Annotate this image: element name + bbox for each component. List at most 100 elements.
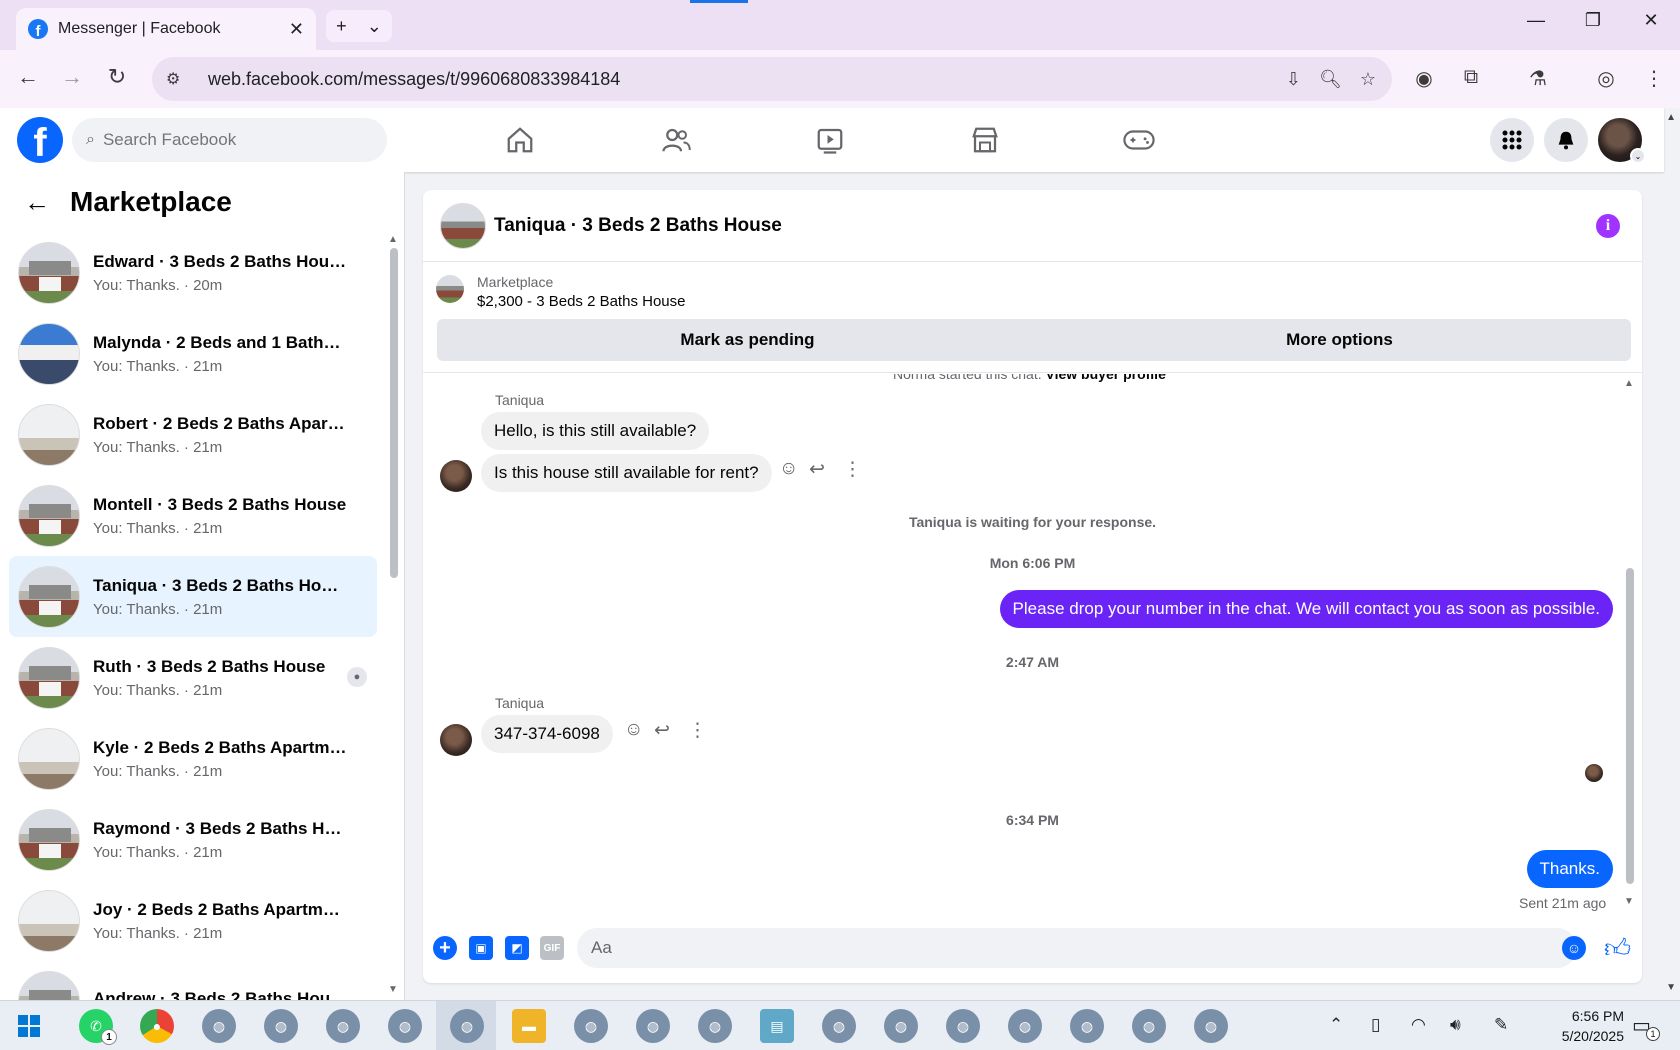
system-clock[interactable]: 6:56 PM 5/20/2025 [1526,1006,1624,1046]
chrome-profile-icon[interactable]: ◍ [1008,1009,1042,1043]
restore-icon[interactable]: ❐ [1578,10,1608,31]
conversation-item[interactable]: Montell · 3 Beds 2 Baths House You: Thank… [9,475,377,556]
address-bar[interactable]: ⚙ web.facebook.com/messages/t/9960680833… [152,57,1392,101]
conversation-item[interactable]: Robert · 2 Beds 2 Baths Apartm... You: Th… [9,394,377,475]
zoom-icon[interactable]: 🔍︎ [1319,69,1342,90]
search-input[interactable] [102,130,353,150]
nav-marketplace[interactable] [955,120,1015,160]
chrome-icon[interactable]: ● [140,1009,174,1043]
react-emoji-icon[interactable]: ☺ [779,458,798,480]
thumbs-up-icon[interactable]: 👍︎ [1604,933,1631,964]
close-tab-icon[interactable]: ✕ [289,19,304,40]
conversation-item[interactable]: Edward · 3 Beds 2 Baths House You: Thanks… [9,232,377,313]
forward-arrow-icon[interactable]: → [57,64,87,90]
bookmark-star-icon[interactable]: ☆ [1360,69,1376,90]
incoming-message[interactable]: 347-374-6098 [481,715,613,753]
whatsapp-icon[interactable]: ✆ 1 [79,1009,117,1045]
outgoing-message[interactable]: Thanks. [1526,850,1613,888]
more-actions-icon[interactable]: ⋮ [843,458,862,481]
conversation-item[interactable]: Kyle · 2 Beds 2 Baths Apartment... You: T… [9,718,377,799]
chat-scroll-up-icon[interactable]: ▲ [1624,378,1634,389]
chrome-profile-icon[interactable]: ◍ [1194,1009,1228,1043]
show-hidden-icons-icon[interactable]: ⌃ [1329,1015,1343,1035]
incoming-message[interactable]: Is this house still available for rent? [481,454,772,492]
install-app-icon[interactable]: ⇩ [1286,69,1301,90]
profile-icon[interactable]: ◎ [1592,66,1620,91]
chrome-profile-icon[interactable]: ◍ [326,1009,360,1043]
back-arrow-icon[interactable]: ← [13,64,43,90]
nav-home[interactable] [490,120,550,160]
more-actions-icon[interactable]: ⋮ [688,719,707,742]
conversation-item-selected[interactable]: Taniqua · 3 Beds 2 Baths House You: Thank… [9,556,377,637]
minimize-icon[interactable]: — [1521,10,1551,31]
message-input[interactable] [577,928,1577,968]
react-emoji-icon[interactable]: ☺ [624,719,643,741]
browser-tab[interactable]: f Messenger | Facebook ✕ [16,8,316,50]
incoming-message[interactable]: Hello, is this still available? [481,412,710,450]
url-text[interactable]: web.facebook.com/messages/t/996068083398… [208,69,1286,90]
chat-title[interactable]: Taniqua · 3 Beds 2 Baths House [494,215,782,237]
chrome-profile-icon[interactable]: ◍ [636,1009,670,1043]
file-explorer-icon[interactable]: ▬ [512,1009,546,1043]
new-tab-icon[interactable]: + [336,16,347,37]
back-arrow-icon[interactable]: ← [24,187,50,218]
device-icon[interactable]: ▯ [1371,1015,1380,1035]
sender-avatar[interactable] [440,460,472,492]
windows-start-icon[interactable] [18,1015,40,1037]
account-avatar[interactable]: ⌄ [1598,118,1646,164]
chrome-profile-icon[interactable]: ◍ [264,1009,298,1043]
info-icon[interactable]: i [1596,214,1620,238]
nav-friends[interactable] [646,120,706,160]
sticker-icon[interactable]: ◩ [505,936,529,960]
conversation-item[interactable]: Raymond · 3 Beds 2 Baths House You: Thank… [9,799,377,880]
facebook-logo-icon[interactable]: f [17,117,63,163]
chrome-profile-icon[interactable]: ◍ [946,1009,980,1043]
close-window-icon[interactable]: ✕ [1636,10,1666,31]
site-info-icon[interactable]: ⚙ [166,69,192,89]
chrome-profile-icon[interactable]: ◍ [202,1009,236,1043]
photo-icon[interactable]: ▣ [469,936,493,960]
reload-icon[interactable]: ↻ [102,64,132,90]
wifi-icon[interactable]: ◠ [1411,1015,1426,1035]
gif-icon[interactable]: GIF [540,936,564,960]
reply-icon[interactable]: ↩ [654,719,670,742]
outgoing-message[interactable]: Please drop your number in the chat. We … [999,590,1613,628]
menu-grid-icon[interactable] [1490,118,1534,162]
browser-menu-icon[interactable]: ⋮ [1640,66,1668,91]
nav-watch[interactable] [800,120,860,160]
chrome-profile-icon[interactable]: ◍ [388,1009,422,1043]
tab-list-chevron-icon[interactable]: ⌄ [367,16,382,37]
conversation-item[interactable]: Ruth · 3 Beds 2 Baths House You: Thanks. … [9,637,377,718]
chrome-profile-icon[interactable]: ◍ [884,1009,918,1043]
chrome-profile-icon[interactable]: ◍ [1070,1009,1104,1043]
notifications-bell-icon[interactable] [1544,118,1588,162]
conversation-item[interactable]: Malynda · 2 Beds and 1 Baths H... You: Th… [9,313,377,394]
chrome-profile-icon[interactable]: ◍ [822,1009,856,1043]
more-options-button[interactable]: More options [1048,319,1631,361]
emoji-icon[interactable]: ☺ [1562,936,1586,960]
notepad-icon[interactable]: ▤ [760,1009,794,1043]
chrome-profile-icon[interactable]: ◍ [450,1009,484,1043]
view-buyer-profile-link[interactable]: View buyer profile [1046,374,1166,382]
volume-icon[interactable]: 🔊︎ [1450,1015,1461,1035]
chrome-profile-icon[interactable]: ◍ [574,1009,608,1043]
labs-flask-icon[interactable]: ⚗ [1524,66,1552,91]
conversation-item[interactable]: Joy · 2 Beds 2 Baths Apartment/... You: T… [9,880,377,961]
pen-icon[interactable]: ✎ [1494,1015,1508,1035]
sidebar-scroll-up-icon[interactable]: ▲ [388,234,398,245]
chrome-profile-icon[interactable]: ◍ [698,1009,732,1043]
mark-as-pending-button[interactable]: Mark as pending [437,319,1058,361]
extension-globe-icon[interactable]: ◉ [1410,66,1438,91]
chrome-profile-icon[interactable]: ◍ [1132,1009,1166,1043]
extensions-puzzle-icon[interactable]: ⧉ [1457,66,1485,89]
reply-icon[interactable]: ↩ [809,458,825,481]
nav-gaming[interactable] [1109,120,1169,160]
chat-avatar[interactable] [440,202,486,249]
sidebar-scroll-down-icon[interactable]: ▼ [388,984,398,995]
chat-scroll-down-icon[interactable]: ▼ [1624,896,1634,907]
sidebar-scrollbar[interactable] [390,248,398,578]
listing-thumbnail[interactable] [436,275,464,303]
chat-scrollbar[interactable] [1626,568,1634,884]
plus-icon[interactable]: + [433,936,457,960]
page-scroll-down-icon[interactable]: ▼ [1666,982,1676,993]
